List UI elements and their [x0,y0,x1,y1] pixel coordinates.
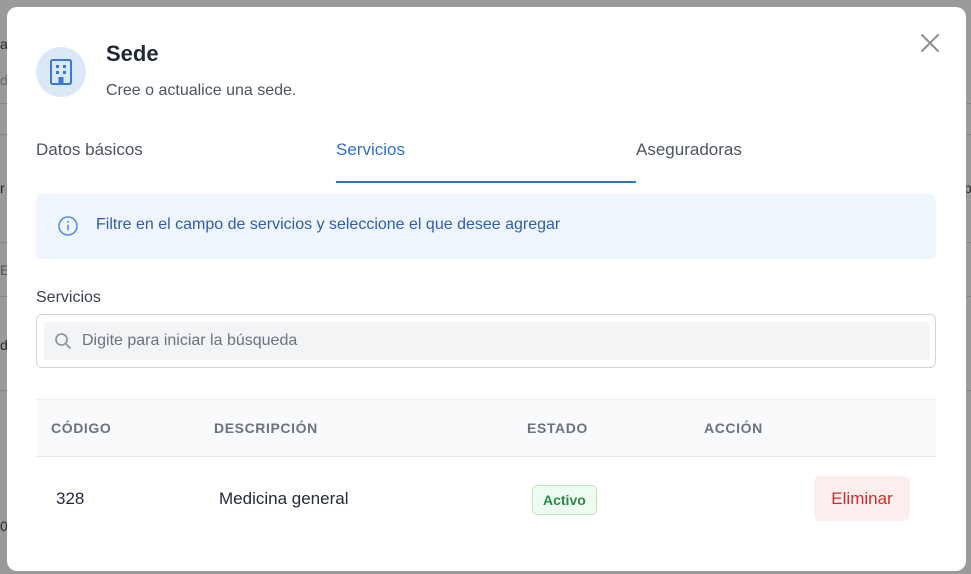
search-field [36,314,936,368]
search-box [44,322,930,360]
building-icon [36,47,86,97]
modal-title: Sede [106,41,159,66]
alert-message: Filtre en el campo de servicios y selecc… [96,216,561,233]
search-input[interactable] [82,322,922,360]
search-icon [55,333,71,349]
table-row: 328 Medicina general Activo Eliminar [36,456,936,536]
backdrop-text: r [0,180,5,196]
tab-aseguradoras[interactable]: Aseguradoras [636,140,742,160]
service-code: 328 [56,489,85,508]
service-description: Medicina general [219,489,349,508]
tab-servicios[interactable]: Servicios [336,140,405,160]
status-badge: Activo [532,485,597,515]
info-icon [58,216,78,236]
close-button[interactable] [916,29,944,57]
table-header: CÓDIGO DESCRIPCIÓN ESTADO ACCIÓN [36,399,936,457]
sede-modal: Sede Cree o actualice una sede. Datos bá… [7,7,966,571]
column-header-descripcion: DESCRIPCIÓN [214,420,318,436]
close-icon [921,34,939,52]
active-tab-indicator [336,181,636,183]
building-icon-glyph [50,59,72,85]
info-alert: Filtre en el campo de servicios y selecc… [36,194,936,259]
servicios-field-label: Servicios [36,289,101,306]
column-header-codigo: CÓDIGO [51,420,112,436]
delete-button[interactable]: Eliminar [814,476,910,521]
column-header-accion: ACCIÓN [704,420,763,436]
tab-datos-basicos[interactable]: Datos básicos [36,140,143,160]
column-header-estado: ESTADO [527,420,588,436]
modal-subtitle: Cree o actualice una sede. [106,82,297,99]
